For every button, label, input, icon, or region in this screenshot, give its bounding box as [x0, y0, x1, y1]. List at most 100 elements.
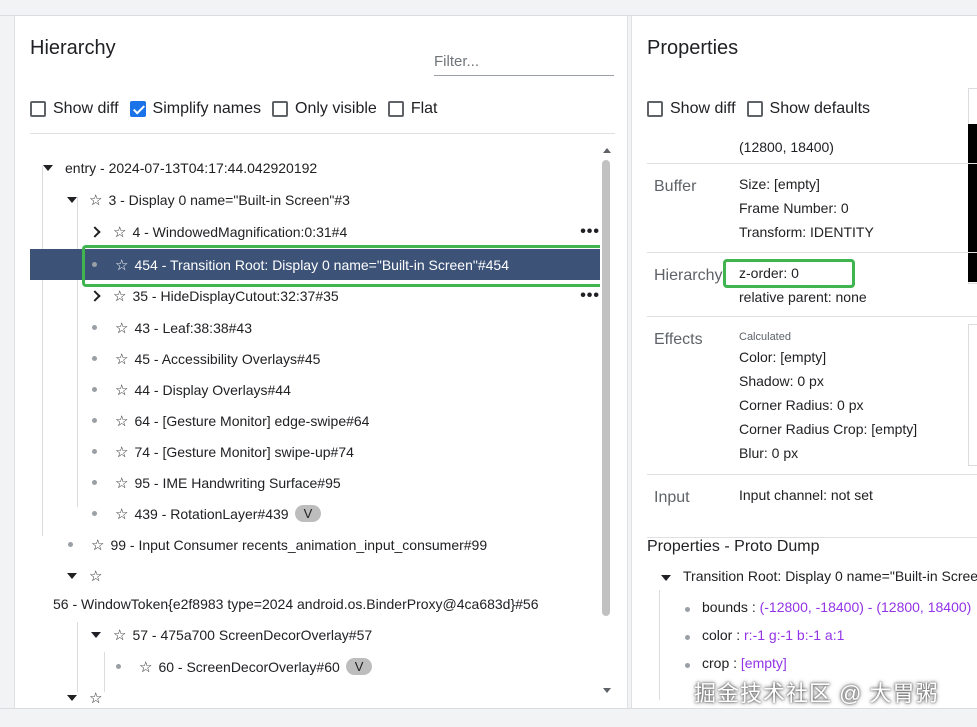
leaf-dot-icon — [92, 449, 97, 454]
star-icon[interactable]: ☆ — [115, 256, 128, 274]
hierarchy-props-section: Hierarchy z-order: 0 relative parent: no… — [647, 252, 977, 316]
chevron-right-icon[interactable] — [89, 289, 101, 302]
star-icon[interactable]: ☆ — [115, 443, 128, 461]
buffer-label: Buffer — [654, 178, 697, 195]
proto-crop: crop : [empty] — [685, 655, 787, 671]
proto-bounds: bounds : (-12800, -18400) - (12800, 1840… — [685, 599, 971, 615]
star-icon[interactable]: ☆ — [115, 350, 128, 368]
star-icon[interactable]: ☆ — [89, 567, 102, 585]
show-diff-checkbox[interactable]: Show diff — [647, 100, 736, 118]
star-icon[interactable]: ☆ — [113, 223, 126, 241]
star-icon[interactable]: ☆ — [89, 689, 102, 707]
tree-node-input-consumer[interactable]: ☆ 99 - Input Consumer recents_animation_i… — [68, 529, 487, 560]
buffer-transform: Transform: IDENTITY — [739, 224, 874, 240]
leaf-dot-icon — [685, 663, 690, 668]
input-label: Input — [654, 489, 690, 506]
leaf-dot-icon — [92, 325, 97, 330]
checkbox-icon[interactable] — [746, 101, 763, 117]
star-icon[interactable]: ☆ — [139, 658, 152, 676]
chevron-down-icon[interactable] — [43, 164, 53, 171]
tree-node-screen-decor[interactable]: ☆ 57 - 475a700 ScreenDecorOverlay#57 — [91, 619, 372, 650]
tree-node-display-overlays[interactable]: ☆ 44 - Display Overlays#44 — [92, 374, 291, 405]
effect-shadow: Shadow: 0 px — [739, 373, 824, 389]
chevron-down-icon[interactable] — [67, 572, 77, 579]
tree-node-transition-root[interactable]: ☆ 454 - Transition Root: Display 0 name="… — [30, 249, 600, 280]
scroll-up-icon[interactable] — [603, 148, 611, 153]
checkbox-icon[interactable] — [387, 101, 404, 117]
tree-node-windowed-magnification[interactable]: ☆ 4 - WindowedMagnification:0:31#4 ••• — [89, 216, 600, 247]
star-icon[interactable]: ☆ — [115, 412, 128, 430]
checkbox-checked-icon[interactable] — [129, 101, 146, 117]
effect-blur: Blur: 0 px — [739, 445, 799, 461]
tree-node-leaf[interactable]: ☆ 43 - Leaf:38:38#43 — [92, 312, 252, 343]
simplify-names-checkbox[interactable]: Simplify names — [129, 100, 261, 118]
star-icon[interactable]: ☆ — [89, 191, 102, 209]
checkbox-icon[interactable] — [30, 101, 46, 117]
star-icon[interactable]: ☆ — [113, 626, 126, 644]
tree-node-gesture-swipe-up[interactable]: ☆ 74 - [Gesture Monitor] swipe-up#74 — [92, 436, 354, 467]
leaf-dot-icon — [92, 418, 97, 423]
star-icon[interactable]: ☆ — [115, 474, 128, 492]
proto-dump-title: Properties - Proto Dump — [647, 537, 977, 556]
tree-node-accessibility-overlays[interactable]: ☆ 45 - Accessibility Overlays#45 — [92, 343, 320, 374]
leaf-dot-icon — [92, 262, 97, 267]
star-icon[interactable]: ☆ — [115, 381, 128, 399]
buffer-frame-number: Frame Number: 0 — [739, 200, 849, 216]
star-icon[interactable]: ☆ — [115, 319, 128, 337]
chevron-down-icon[interactable] — [67, 196, 77, 203]
visible-badge: V — [345, 658, 373, 675]
leaf-dot-icon — [92, 511, 97, 516]
hierarchy-props-label: Hierarchy — [654, 267, 723, 284]
properties-options: Show diff Show defaults — [647, 100, 881, 118]
visible-badge: V — [294, 505, 322, 522]
tree-node-gesture-edge-swipe[interactable]: ☆ 64 - [Gesture Monitor] edge-swipe#64 — [92, 405, 369, 436]
filter-input[interactable] — [434, 52, 614, 76]
hierarchy-props-values: z-order: 0 relative parent: none — [739, 261, 867, 309]
effects-label: Effects — [654, 331, 703, 348]
scroll-thumb[interactable] — [602, 160, 610, 616]
leaf-dot-icon — [685, 607, 690, 612]
tree-node-entry[interactable]: entry - 2024-07-13T04:17:44.042920192 — [43, 152, 317, 183]
star-icon[interactable]: ☆ — [113, 287, 126, 305]
calculated-label: Calculated — [739, 331, 791, 343]
show-diff-checkbox[interactable]: Show diff — [30, 100, 119, 118]
proto-color: color : r:-1 g:-1 b:-1 a:1 — [685, 627, 844, 643]
top-toolbar-strip — [0, 0, 977, 16]
tree-node-next[interactable]: ☆ — [67, 682, 108, 708]
scroll-down-icon[interactable] — [603, 688, 611, 693]
bounds-value: (12800, 18400) — [739, 139, 834, 155]
only-visible-checkbox[interactable]: Only visible — [272, 100, 377, 118]
tree-node-rotation-layer[interactable]: ☆ 439 - RotationLayer#439 V — [92, 498, 322, 529]
tree-guide — [77, 197, 78, 507]
proto-node-root[interactable]: Transition Root: Display 0 name="Built-i… — [661, 568, 977, 584]
checkbox-icon[interactable] — [272, 101, 289, 117]
hierarchy-title: Hierarchy — [30, 37, 116, 59]
show-defaults-checkbox[interactable]: Show defaults — [746, 100, 870, 118]
chevron-down-icon[interactable] — [67, 694, 77, 701]
more-options-icon[interactable]: ••• — [580, 287, 600, 305]
effects-section: Effects Calculated Color: [empty] Shadow… — [647, 316, 977, 474]
buffer-section: Buffer Size: [empty] Frame Number: 0 Tra… — [647, 163, 977, 252]
flat-checkbox[interactable]: Flat — [387, 100, 438, 118]
properties-panel: Properties Show diff Show defaults (1280… — [631, 16, 977, 708]
tree-node-window-token[interactable]: 56 - WindowToken{e2f8983 type=2024 andro… — [53, 588, 539, 619]
chevron-down-icon[interactable] — [661, 575, 671, 581]
input-section: Input Input channel: not set — [647, 474, 977, 532]
tree-node-hide-display-cutout[interactable]: ☆ 35 - HideDisplayCutout:32:37#35 ••• — [89, 280, 600, 311]
bottom-strip — [0, 708, 977, 727]
relative-parent-value: relative parent: none — [739, 289, 867, 305]
tree-node-ime-handwriting[interactable]: ☆ 95 - IME Handwriting Surface#95 — [92, 467, 341, 498]
tree-node-display[interactable]: ☆ 3 - Display 0 name="Built-in Screen"#3 — [67, 184, 350, 215]
chevron-down-icon[interactable] — [91, 631, 101, 638]
effect-corner-radius: Corner Radius: 0 px — [739, 397, 864, 413]
chevron-right-icon[interactable] — [89, 225, 101, 238]
tree-guide — [42, 166, 43, 536]
hierarchy-options: Show diff Simplify names Only visible Fl… — [30, 100, 449, 118]
star-icon[interactable]: ☆ — [91, 536, 104, 554]
tree-node-screen-decor-child[interactable]: ☆ 60 - ScreenDecorOverlay#60 V — [116, 651, 373, 682]
star-icon[interactable]: ☆ — [115, 505, 128, 523]
checkbox-icon[interactable] — [647, 101, 663, 117]
tree-node-window-token-toggle[interactable]: ☆ — [67, 560, 108, 591]
tree-scrollbar[interactable] — [601, 148, 613, 693]
more-options-icon[interactable]: ••• — [580, 223, 600, 241]
